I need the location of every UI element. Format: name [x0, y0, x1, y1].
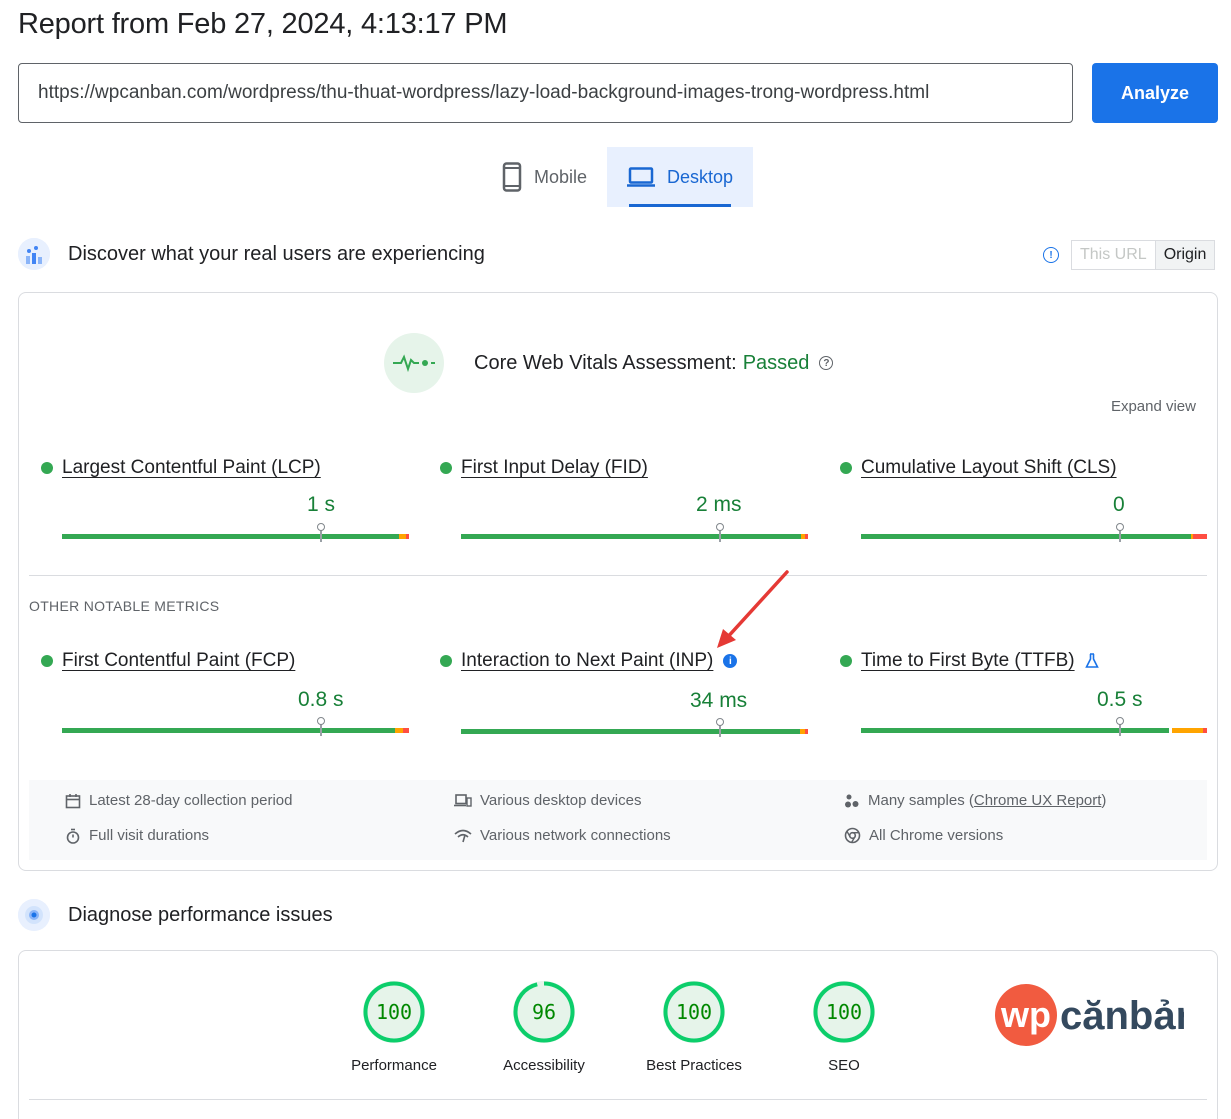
score-label-accessibility: Accessibility: [503, 1057, 585, 1074]
status-dot: [440, 655, 452, 667]
device-tabs: Mobile Desktop: [482, 147, 754, 207]
network: Various network connections: [454, 827, 671, 844]
cwv-assessment: Core Web Vitals Assessment: Passed?: [384, 333, 834, 393]
score-accessibility: 96: [531, 1000, 557, 1024]
status-dot: [41, 655, 53, 667]
metric-link-cls[interactable]: Cumulative Layout Shift (CLS): [861, 457, 1117, 479]
metric-link-fcp[interactable]: First Contentful Paint (FCP): [62, 650, 295, 672]
url-origin-toggle: ! This URL Origin: [1043, 240, 1216, 270]
distribution-bar: [861, 717, 1207, 736]
metric-fcp: First Contentful Paint (FCP) 0.8 s: [41, 650, 409, 736]
score-best-practices: 100: [675, 1000, 713, 1024]
chrome-ux-report-link[interactable]: Chrome UX Report: [974, 792, 1102, 809]
chrome-versions: All Chrome versions: [844, 827, 1003, 844]
field-section-header: Discover what your real users are experi…: [18, 238, 485, 270]
calendar-icon: [65, 793, 81, 808]
svg-text:wp: wp: [1000, 994, 1051, 1035]
tab-desktop[interactable]: Desktop: [607, 147, 754, 207]
status-dot: [440, 462, 452, 474]
cwv-status: Passed: [742, 351, 810, 374]
distribution-bar: [461, 718, 808, 737]
metric-value-fid: 2 ms: [696, 493, 742, 516]
field-data-card: Core Web Vitals Assessment: Passed? Expan…: [18, 292, 1218, 871]
laptop-icon: [627, 167, 656, 187]
metric-value-cls: 0: [1113, 493, 1125, 516]
url-input[interactable]: [38, 82, 1072, 104]
metric-inp: Interaction to Next Paint (INP) i 34 ms: [440, 650, 808, 737]
score-label-seo: SEO: [828, 1057, 860, 1074]
report-title: Report from Feb 27, 2024, 4:13:17 PM: [18, 8, 508, 40]
tab-mobile-label: Mobile: [534, 166, 588, 187]
tab-mobile[interactable]: Mobile: [482, 147, 607, 207]
score-seo: 100: [825, 1000, 863, 1024]
metric-link-fid[interactable]: First Input Delay (FID): [461, 457, 648, 479]
visit-durations: Full visit durations: [65, 827, 209, 844]
distribution-bar: [461, 523, 808, 542]
score-performance: 100: [375, 1000, 413, 1024]
chrome-icon: [844, 827, 861, 844]
collection-period: Latest 28-day collection period: [65, 792, 292, 809]
svg-text:cănbản: cănbản: [1060, 994, 1184, 1038]
field-section-title: Discover what your real users are experi…: [68, 242, 485, 265]
distribution-bar: [861, 523, 1207, 542]
score-gauge-accessibility[interactable]: 96 Accessibility: [474, 981, 614, 1074]
stopwatch-icon: [66, 828, 80, 844]
metric-link-ttfb[interactable]: Time to First Byte (TTFB): [861, 650, 1075, 672]
section-divider: [29, 1099, 1207, 1100]
distribution-bar: [62, 523, 409, 542]
metric-value-ttfb: 0.5 s: [1097, 688, 1143, 711]
metric-fid: First Input Delay (FID) 2 ms: [440, 457, 808, 542]
url-input-container[interactable]: [18, 63, 1073, 123]
devices-icon: [454, 793, 472, 807]
metric-ttfb: Time to First Byte (TTFB) 0.5 s: [840, 650, 1207, 736]
metric-value-lcp: 1 s: [307, 493, 336, 516]
status-dot: [840, 655, 852, 667]
diagnose-icon: [18, 899, 50, 931]
metric-lcp: Largest Contentful Paint (LCP) 1 s: [41, 457, 409, 542]
metric-cls: Cumulative Layout Shift (CLS) 0: [840, 457, 1207, 542]
help-icon[interactable]: ?: [819, 356, 834, 371]
metric-value-fcp: 0.8 s: [298, 688, 344, 711]
metric-link-lcp[interactable]: Largest Contentful Paint (LCP): [62, 457, 321, 479]
score-label-best-practices: Best Practices: [646, 1057, 742, 1074]
samples-icon: [845, 794, 859, 807]
devices: Various desktop devices: [454, 792, 641, 809]
analyze-button[interactable]: Analyze: [1092, 63, 1218, 123]
origin-toggle[interactable]: Origin: [1155, 240, 1216, 270]
this-url-toggle[interactable]: This URL: [1071, 240, 1156, 270]
status-dot: [840, 462, 852, 474]
tab-desktop-label: Desktop: [667, 166, 734, 187]
cwv-assessment-label: Core Web Vitals Assessment:: [474, 351, 737, 374]
phone-icon: [502, 162, 522, 192]
users-chart-icon: [18, 238, 50, 270]
section-divider: [29, 575, 1207, 576]
distribution-bar: [62, 717, 409, 736]
wifi-icon: [454, 829, 472, 842]
flask-icon: [1084, 653, 1099, 668]
info-icon[interactable]: !: [1043, 247, 1059, 263]
collection-info: Latest 28-day collection period Full vis…: [29, 780, 1207, 860]
score-gauge-best-practices[interactable]: 100 Best Practices: [624, 981, 764, 1074]
info-icon[interactable]: i: [723, 654, 738, 668]
samples: Many samples (Chrome UX Report): [844, 792, 1106, 809]
expand-view-link[interactable]: Expand view: [1111, 398, 1196, 415]
score-label-performance: Performance: [351, 1057, 437, 1074]
status-dot: [41, 462, 53, 474]
other-metrics-label: OTHER NOTABLE METRICS: [29, 598, 220, 614]
score-gauge-performance[interactable]: 100 Performance: [324, 981, 464, 1074]
metric-link-inp[interactable]: Interaction to Next Paint (INP): [461, 650, 713, 672]
score-gauge-seo[interactable]: 100 SEO: [774, 981, 914, 1074]
metric-value-inp: 34 ms: [690, 689, 748, 712]
diagnose-section-title: Diagnose performance issues: [68, 903, 333, 926]
diagnose-section-header: Diagnose performance issues: [18, 899, 333, 931]
wpcanban-logo: wp cănbản: [995, 984, 1184, 1046]
lab-data-card: 100 Performance 96 Accessibility 100 Bes…: [18, 950, 1218, 1119]
pulse-icon: [384, 333, 444, 393]
